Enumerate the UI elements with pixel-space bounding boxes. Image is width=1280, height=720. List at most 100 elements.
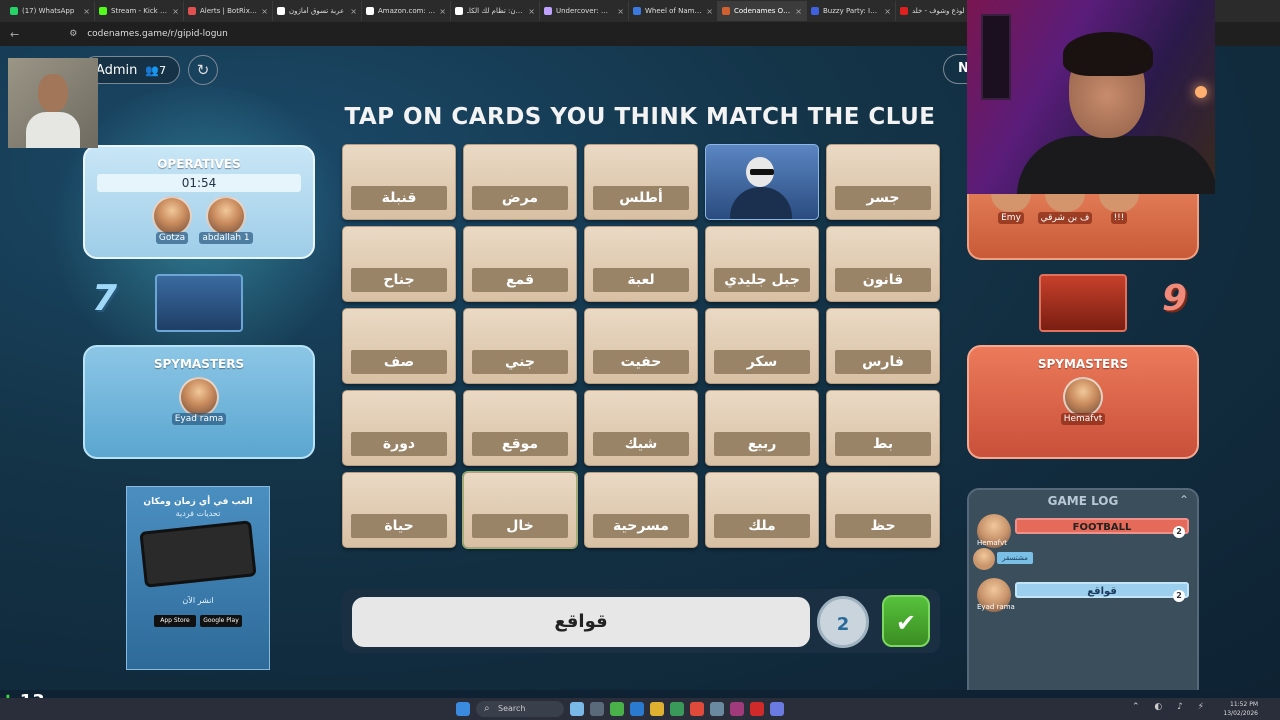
close-tab-icon[interactable]: × <box>172 7 179 16</box>
word-card[interactable]: حياة <box>342 472 456 548</box>
taskbar-search[interactable]: Search <box>476 701 564 717</box>
browser-tab[interactable]: Wheel of Names | × <box>629 1 718 21</box>
browser-tab[interactable]: عربة تسوق أمازون × <box>273 1 362 21</box>
word-card[interactable]: لعبة <box>584 226 698 302</box>
revealed-blue-agent-card[interactable] <box>705 144 819 220</box>
blue-spymasters-title: SPYMASTERS <box>153 357 245 371</box>
word-card[interactable]: قمع <box>463 226 577 302</box>
browser-tab[interactable]: أمازون: تظام لك الكاـ × <box>451 1 540 21</box>
browser-tab[interactable]: Amazon.com: متجر× <box>362 1 451 21</box>
site-info-icon[interactable]: ⚙ <box>69 29 79 39</box>
browser-tab[interactable]: Alerts | BotRix -- C × <box>184 1 273 21</box>
browser-tab[interactable]: Codenames Online× <box>718 1 807 21</box>
player-name: Emy <box>998 212 1024 224</box>
word-card[interactable]: مسرحية <box>584 472 698 548</box>
tab-label: عربة تسوق أمازون <box>289 7 345 15</box>
word-card[interactable]: موقع <box>463 390 577 466</box>
close-tab-icon[interactable]: × <box>528 7 535 16</box>
browser-tab[interactable]: Buzzy Party: Impo × <box>807 1 896 21</box>
word-card[interactable]: مرض <box>463 144 577 220</box>
close-tab-icon[interactable]: × <box>617 7 624 16</box>
chrome-icon[interactable] <box>690 702 704 716</box>
browser-tab[interactable]: Undercover: Word × <box>540 1 629 21</box>
word-card[interactable]: شيك <box>584 390 698 466</box>
word-card[interactable]: فارس <box>826 308 940 384</box>
favicon-icon <box>544 7 552 15</box>
red-spymaster[interactable]: Hemafvt <box>1059 377 1107 425</box>
chevron-up-icon[interactable]: ⌃ <box>1179 493 1189 507</box>
blue-operative[interactable]: Gotza <box>148 196 196 244</box>
close-tab-icon[interactable]: × <box>884 7 891 16</box>
player-count: 7 <box>159 63 167 77</box>
word-card[interactable]: أطلس <box>584 144 698 220</box>
word-card[interactable]: بط <box>826 390 940 466</box>
clock-date: 13/02/2026 <box>1223 710 1258 717</box>
app-icon[interactable] <box>750 702 764 716</box>
word-card[interactable]: ملك <box>705 472 819 548</box>
blue-spymaster[interactable]: Eyad rama <box>171 377 227 425</box>
word-card[interactable]: ربيع <box>705 390 819 466</box>
word-card[interactable]: خال <box>463 472 577 548</box>
red-operative[interactable]: ف بن شرقي <box>1037 194 1093 224</box>
app-icon[interactable] <box>670 702 684 716</box>
app-icon[interactable] <box>730 702 744 716</box>
app-icon[interactable] <box>610 702 624 716</box>
back-icon[interactable]: ← <box>10 28 19 41</box>
card-word: صف <box>351 350 447 374</box>
app-icon[interactable] <box>710 702 724 716</box>
google-play-badge[interactable]: Google Play <box>200 615 242 627</box>
word-card[interactable]: جسر <box>826 144 940 220</box>
word-card[interactable]: جبل جليدي <box>705 226 819 302</box>
card-word: سكر <box>714 350 810 374</box>
word-card[interactable]: قانون <box>826 226 940 302</box>
turn-timer: 01:54 <box>97 174 301 192</box>
close-tab-icon[interactable]: × <box>439 7 446 16</box>
close-tab-icon[interactable]: × <box>83 7 90 16</box>
app-store-badge[interactable]: App Store <box>154 615 196 627</box>
agent-body-image <box>730 187 792 219</box>
red-operative[interactable]: !!! <box>1095 194 1143 224</box>
card-word: دورة <box>351 432 447 456</box>
clock[interactable]: 11:52 PM 13/02/2026 <box>1223 700 1258 718</box>
red-spymasters-title: SPYMASTERS <box>1037 357 1129 371</box>
confirm-clue-button[interactable]: ✔ <box>882 595 930 647</box>
app-promo-ad[interactable]: العب في أي زمان ومكان تحديات فردية انشر … <box>126 486 270 670</box>
red-team-card-image <box>1039 274 1127 332</box>
favicon-icon <box>99 7 107 15</box>
close-tab-icon[interactable]: × <box>795 7 802 16</box>
system-tray-icons[interactable]: ⌃ ◐ ♪ ⚡ <box>1132 702 1210 712</box>
word-card[interactable]: جني <box>463 308 577 384</box>
browser-tab[interactable]: (17) WhatsApp × <box>6 1 95 21</box>
close-tab-icon[interactable]: × <box>706 7 713 16</box>
red-operative[interactable]: Emy <box>987 194 1035 224</box>
weather-icon[interactable] <box>570 702 584 716</box>
card-word: لعبة <box>593 268 689 292</box>
avatar <box>1063 377 1103 417</box>
windows-start-icon[interactable] <box>456 702 470 716</box>
card-word: جني <box>472 350 568 374</box>
word-card[interactable]: دورة <box>342 390 456 466</box>
tab-label: Codenames Online <box>734 7 792 15</box>
edge-icon[interactable] <box>630 702 644 716</box>
task-view-icon[interactable] <box>590 702 604 716</box>
clue-input[interactable]: قواقع <box>352 597 810 647</box>
word-card[interactable]: حفيت <box>584 308 698 384</box>
close-tab-icon[interactable]: × <box>261 7 268 16</box>
word-card[interactable]: صف <box>342 308 456 384</box>
ad-cta: انشر الآن <box>182 596 214 605</box>
word-card[interactable]: سكر <box>705 308 819 384</box>
clue-number[interactable]: 2 <box>817 596 869 648</box>
avatar <box>179 377 219 417</box>
reset-button[interactable]: ↻ <box>188 55 218 85</box>
log-entry: Hemafvt FOOTBALL 2 <box>977 514 1189 550</box>
discord-icon[interactable] <box>770 702 784 716</box>
word-card[interactable]: جناح <box>342 226 456 302</box>
blue-operative[interactable]: abdallah 1 <box>199 196 253 244</box>
player-name: abdallah 1 <box>199 232 253 244</box>
browser-tab[interactable]: Stream - Kick Dash× <box>95 1 184 21</box>
close-tab-icon[interactable]: × <box>350 7 357 16</box>
word-card[interactable]: حظ <box>826 472 940 548</box>
url-field[interactable]: ⚙ codenames.game/r/gipid-logun <box>69 29 228 39</box>
folder-icon[interactable] <box>650 702 664 716</box>
word-card[interactable]: قنبلة <box>342 144 456 220</box>
